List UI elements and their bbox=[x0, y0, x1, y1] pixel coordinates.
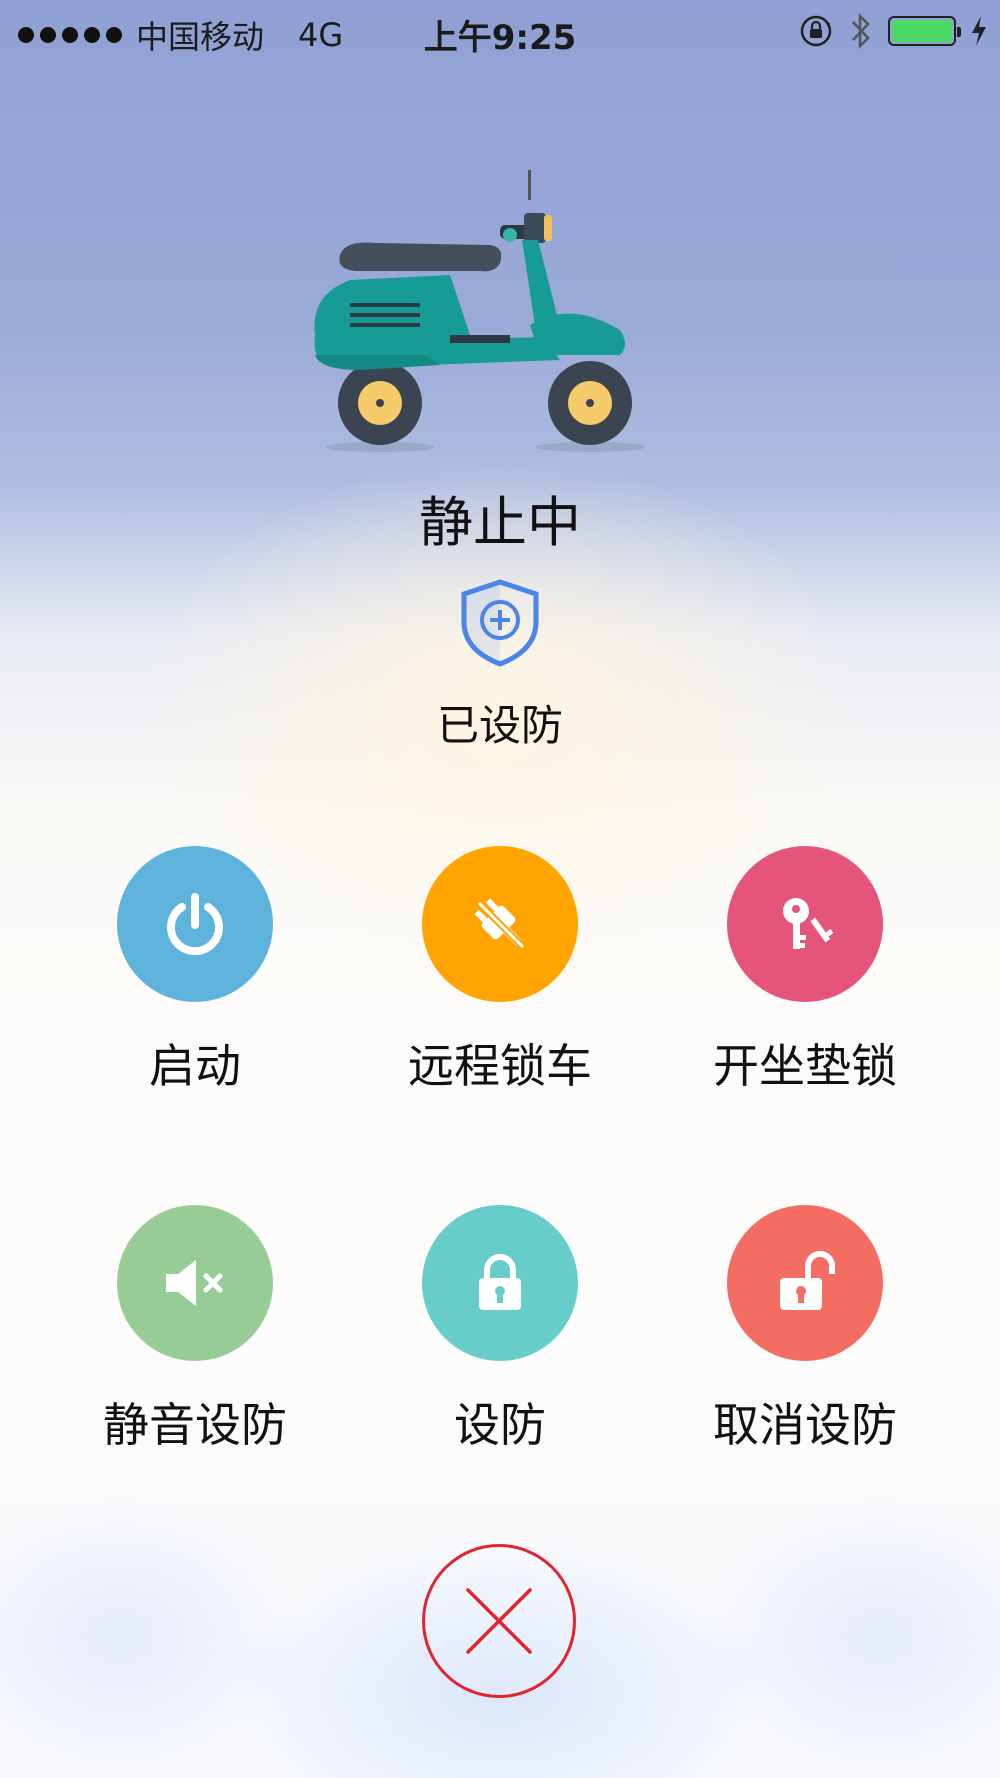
silent-arm-button-circle[interactable] bbox=[117, 1205, 273, 1361]
arm-button-circle[interactable] bbox=[422, 1205, 578, 1361]
start-button-label: 启动 bbox=[149, 1039, 241, 1093]
arm-button[interactable]: 设防 bbox=[380, 1205, 620, 1455]
remote-lock-button[interactable]: 远程锁车 bbox=[380, 846, 620, 1096]
rotation-lock-icon bbox=[800, 15, 832, 47]
seat-lock-button-circle[interactable] bbox=[727, 846, 883, 1002]
status-right bbox=[798, 12, 988, 50]
network-type: 4G bbox=[298, 16, 344, 54]
status-bar: 中国移动 4G 上午9:25 bbox=[0, 0, 1000, 64]
seat-lock-button-label: 开坐垫锁 bbox=[713, 1039, 897, 1093]
charging-icon bbox=[972, 16, 986, 46]
silent-arm-button[interactable]: 静音设防 bbox=[75, 1205, 315, 1455]
disarm-button-circle[interactable] bbox=[727, 1205, 883, 1361]
disarm-button-label: 取消设防 bbox=[713, 1398, 897, 1452]
start-button[interactable]: 启动 bbox=[75, 846, 315, 1096]
disarm-button[interactable]: 取消设防 bbox=[685, 1205, 925, 1455]
close-button[interactable] bbox=[422, 1544, 576, 1698]
remote-lock-button-label: 远程锁车 bbox=[408, 1039, 592, 1093]
bluetooth-icon bbox=[852, 12, 870, 50]
status-left: 中国移动 4G bbox=[18, 12, 343, 58]
remote-lock-button-circle[interactable] bbox=[422, 846, 578, 1002]
silent-arm-button-label: 静音设防 bbox=[103, 1398, 287, 1452]
seat-lock-button[interactable]: 开坐垫锁 bbox=[685, 846, 925, 1096]
power-icon bbox=[167, 893, 223, 956]
lock-icon bbox=[479, 1254, 521, 1310]
status-time: 上午9:25 bbox=[423, 18, 577, 58]
start-button-circle[interactable] bbox=[117, 846, 273, 1002]
close-icon bbox=[466, 1588, 532, 1654]
vehicle-state: 静止中 bbox=[419, 491, 581, 554]
shield-icon bbox=[461, 579, 539, 667]
arm-button-label: 设防 bbox=[454, 1398, 546, 1452]
mute-icon bbox=[166, 1260, 223, 1306]
unlock-icon bbox=[780, 1251, 835, 1310]
signal-strength-icon bbox=[18, 27, 122, 43]
defense-status: 已设防 bbox=[436, 701, 563, 750]
battery-icon bbox=[888, 16, 961, 46]
unplug-icon bbox=[474, 898, 526, 950]
keys-icon bbox=[783, 898, 834, 949]
carrier-name: 中国移动 bbox=[136, 18, 265, 56]
scooter-illustration bbox=[314, 170, 645, 452]
